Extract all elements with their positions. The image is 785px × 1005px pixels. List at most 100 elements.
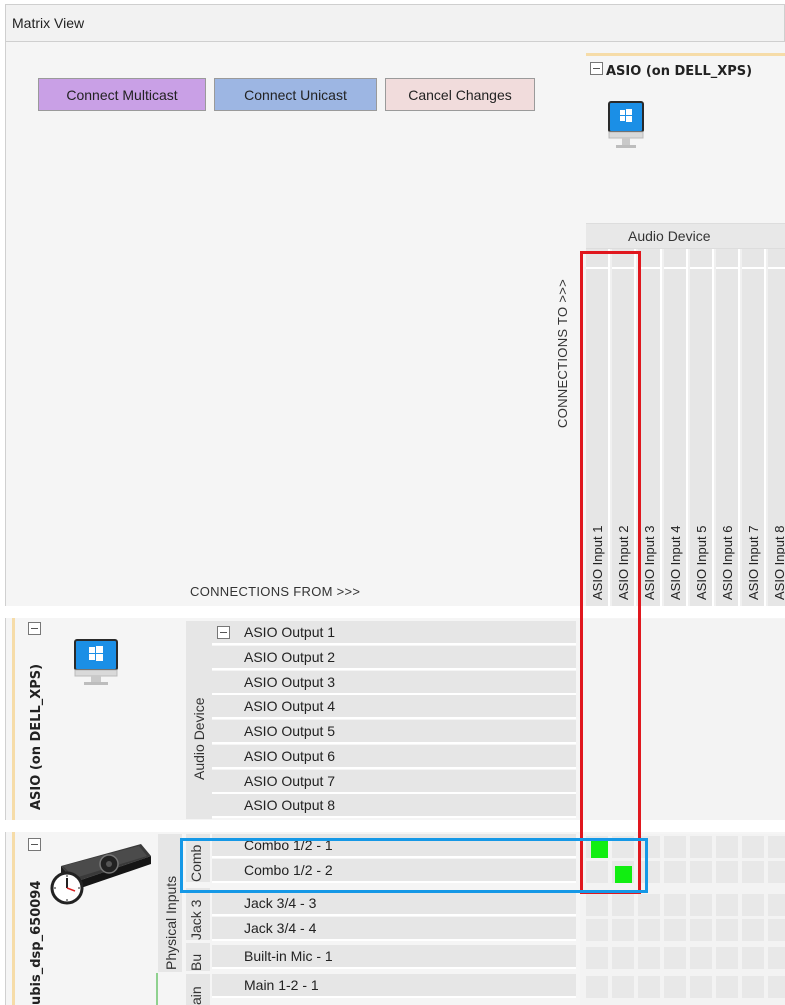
matrix-cell[interactable] [612, 919, 634, 941]
row-channel[interactable]: ASIO Output 5 [212, 720, 576, 744]
collapse-column-device-icon[interactable] [590, 62, 603, 75]
column-group-audio-device: Audio Device [586, 223, 785, 249]
column-channel-label: ASIO Input 5 [694, 525, 709, 600]
column-channel-header-cell [690, 249, 712, 269]
column-device-name: ASIO (on DELL_XPS) [606, 64, 753, 79]
windows-computer-icon [72, 636, 120, 691]
column-channel-5[interactable]: ASIO Input 5 [690, 249, 714, 606]
column-channel-6[interactable]: ASIO Input 6 [716, 249, 740, 606]
matrix-cell[interactable] [768, 919, 785, 941]
column-channel-label: ASIO Input 8 [772, 526, 785, 600]
matrix-cell[interactable] [716, 861, 738, 883]
collapse-row-device2-icon[interactable] [28, 838, 41, 851]
highlight-input-columns-box [580, 251, 641, 894]
title-bar: Matrix View [5, 4, 785, 42]
matrix-cell[interactable] [716, 976, 738, 998]
matrix-cell[interactable] [716, 836, 738, 858]
row-device1-name: ASIO (on DELL_XPS) [29, 663, 44, 810]
column-channel-label: ASIO Input 3 [642, 525, 657, 600]
connections-from-label: CONNECTIONS FROM >>> [190, 584, 361, 599]
column-channel-label: ASIO Input 6 [720, 525, 735, 600]
row-channel[interactable]: ASIO Output 8 [212, 794, 576, 819]
row-separator [5, 820, 785, 832]
header-separator [5, 606, 785, 618]
column-channel-header-cell [716, 249, 738, 269]
matrix-cell[interactable] [586, 947, 608, 969]
matrix-cell[interactable] [612, 976, 634, 998]
matrix-cell[interactable] [586, 894, 608, 916]
matrix-cell[interactable] [690, 836, 712, 858]
column-channel-7[interactable]: ASIO Input 7 [742, 249, 766, 606]
matrix-cell[interactable] [664, 836, 686, 858]
matrix-cell[interactable] [664, 894, 686, 916]
matrix-cell[interactable] [612, 947, 634, 969]
matrix-cell[interactable] [690, 919, 712, 941]
column-channel-label: ASIO Input 7 [746, 525, 761, 600]
row-channel[interactable]: ASIO Output 6 [212, 744, 576, 769]
column-channel-label: ASIO Input 4 [668, 525, 683, 600]
column-channel-header-cell [664, 249, 686, 269]
row-channel[interactable]: ASIO Output 4 [212, 695, 576, 720]
matrix-cell[interactable] [586, 976, 608, 998]
row-channel[interactable]: Jack 3/4 - 4 [212, 917, 576, 941]
row-subgroup-tab[interactable]: Bu [186, 943, 210, 971]
matrix-cell[interactable] [664, 947, 686, 969]
matrix-cell[interactable] [690, 861, 712, 883]
row-channel[interactable]: ASIO Output 1 [212, 621, 576, 645]
row-group-label: Audio Device [191, 697, 207, 781]
connect-multicast-button[interactable]: Connect Multicast [38, 78, 206, 111]
matrix-cell[interactable] [638, 947, 660, 969]
row-channel[interactable]: Jack 3/4 - 3 [212, 892, 576, 916]
matrix-cell[interactable] [768, 976, 785, 998]
matrix-cell[interactable] [742, 894, 764, 916]
matrix-cell[interactable] [742, 861, 764, 883]
collapse-row-device1-icon[interactable] [28, 622, 41, 635]
matrix-cell[interactable] [664, 919, 686, 941]
row-channel[interactable]: Main 1-2 - 1 [212, 974, 576, 998]
matrix-cell[interactable] [664, 976, 686, 998]
column-channel-header-cell [768, 249, 785, 269]
matrix-cell[interactable] [742, 919, 764, 941]
audio-interface-device-icon [45, 838, 153, 911]
column-channel-header-cell [742, 249, 764, 269]
row-group-physical-inputs-label: Physical Inputs [163, 875, 179, 970]
matrix-cell[interactable] [742, 947, 764, 969]
matrix-cell[interactable] [768, 861, 785, 883]
windows-computer-icon [608, 100, 644, 155]
row-subgroup-tab[interactable]: ain [186, 974, 210, 1005]
matrix-cell[interactable] [716, 919, 738, 941]
matrix-cell[interactable] [768, 894, 785, 916]
matrix-cell[interactable] [768, 836, 785, 858]
matrix-cell[interactable] [742, 836, 764, 858]
column-channel-header-cell [638, 249, 660, 269]
matrix-cell[interactable] [690, 894, 712, 916]
matrix-view-window: Matrix View Connect Multicast Connect Un… [0, 0, 785, 1005]
matrix-cell[interactable] [742, 976, 764, 998]
matrix-cell[interactable] [638, 976, 660, 998]
matrix-cell[interactable] [690, 947, 712, 969]
row-channel[interactable]: ASIO Output 7 [212, 769, 576, 794]
matrix-cell[interactable] [716, 947, 738, 969]
column-channel-3[interactable]: ASIO Input 3 [638, 249, 662, 606]
row-channel[interactable]: Built-in Mic - 1 [212, 945, 576, 969]
collapse-row-channel-icon[interactable] [217, 626, 230, 639]
cancel-changes-button[interactable]: Cancel Changes [385, 78, 535, 111]
column-channel-8[interactable]: ASIO Input 8 [768, 249, 785, 606]
connect-unicast-button[interactable]: Connect Unicast [214, 78, 377, 111]
matrix-cell[interactable] [664, 861, 686, 883]
row-channel[interactable]: ASIO Output 2 [212, 645, 576, 670]
window-title: Matrix View [12, 15, 85, 31]
connections-to-label: CONNECTIONS TO >>> [555, 278, 570, 428]
highlight-combo-rows-box [180, 838, 648, 893]
group-accent-strip [156, 973, 158, 1005]
matrix-cell[interactable] [638, 894, 660, 916]
matrix-cell[interactable] [612, 894, 634, 916]
matrix-cell[interactable] [690, 976, 712, 998]
row-subgroup-tab[interactable]: Jack 3 [186, 888, 210, 940]
matrix-cell[interactable] [638, 919, 660, 941]
matrix-cell[interactable] [716, 894, 738, 916]
row-channel[interactable]: ASIO Output 3 [212, 670, 576, 695]
matrix-cell[interactable] [586, 919, 608, 941]
column-channel-4[interactable]: ASIO Input 4 [664, 249, 688, 606]
matrix-cell[interactable] [768, 947, 785, 969]
